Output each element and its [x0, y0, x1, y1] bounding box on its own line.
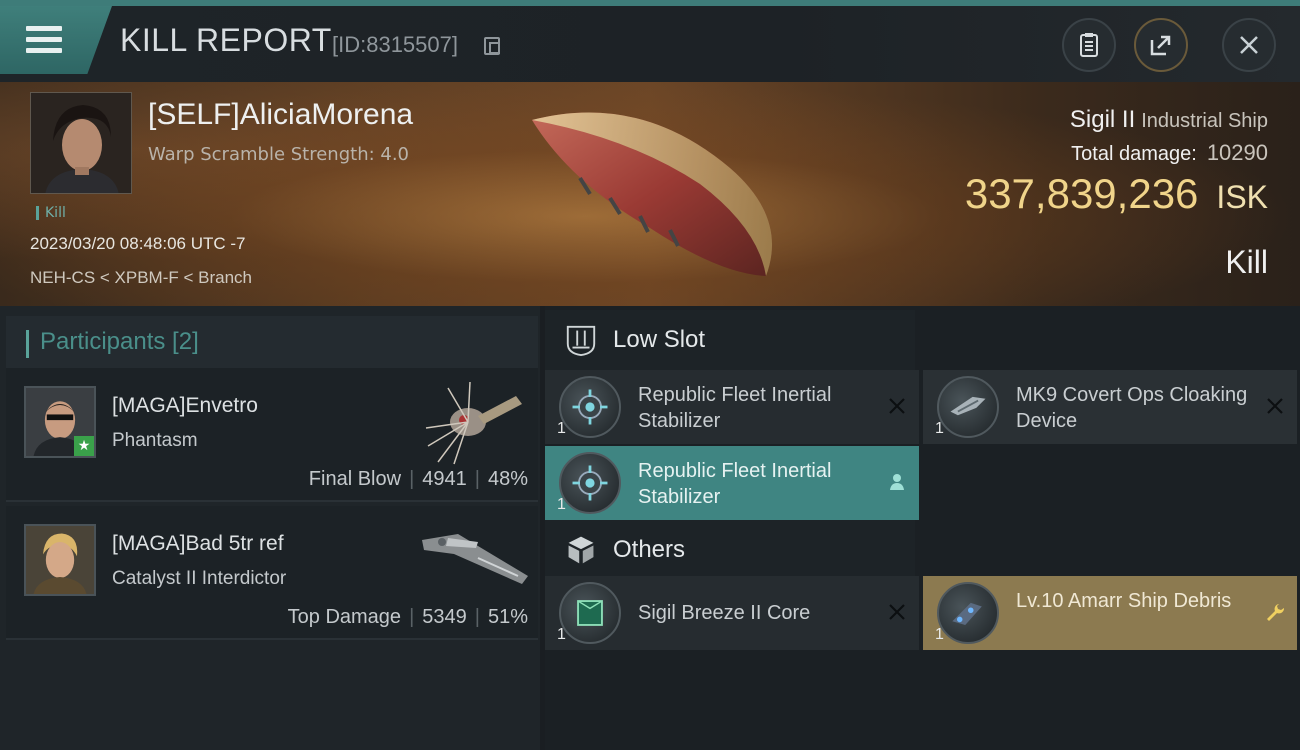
item-name: Republic Fleet Inertial Stabilizer — [638, 384, 832, 432]
avatar[interactable]: ★ — [24, 386, 96, 458]
participants-header[interactable]: Participants [2] — [6, 316, 538, 372]
avatar[interactable] — [24, 524, 96, 596]
star-icon: ★ — [74, 436, 94, 456]
participant-ship: Phantasm — [112, 430, 198, 451]
total-damage: Total damage: 10290 — [1071, 140, 1268, 166]
low-slot-icon — [561, 320, 601, 360]
close-icon — [1240, 36, 1258, 54]
ship-debris-icon — [937, 582, 999, 644]
participant-damage: 5349 — [422, 606, 467, 628]
warp-scramble-strength: Warp Scramble Strength: 4.0 — [148, 144, 410, 165]
share-button[interactable] — [1134, 18, 1188, 72]
close-button[interactable] — [1222, 18, 1276, 72]
participants-title: Participants [2] — [40, 328, 199, 355]
ship-name[interactable]: Sigil II — [1070, 106, 1135, 133]
others-label: Others — [613, 536, 686, 563]
victim-ship: Sigil II Industrial Ship — [1070, 106, 1268, 134]
participant-damage: 4941 — [422, 468, 467, 490]
participant-role: Top Damage — [287, 606, 402, 628]
low-slot-label: Low Slot — [613, 326, 706, 353]
report-id: [ID:8315507] — [332, 32, 458, 57]
copy-icon[interactable] — [484, 37, 500, 55]
pilot-avatar-image — [31, 93, 131, 193]
participant-ship-image — [422, 534, 528, 584]
participant-row[interactable]: [MAGA]Bad 5tr ref Catalyst II Interdicto… — [6, 506, 538, 640]
hamburger-icon — [26, 26, 62, 54]
item-name: MK9 Covert Ops Cloaking Device — [1016, 384, 1248, 432]
isk-value: 337,839,236 ISK — [965, 170, 1268, 218]
participant-stats: Top Damage | 5349 | 51% — [288, 606, 528, 629]
item-quantity: 1 — [557, 420, 566, 437]
participant-name[interactable]: [MAGA]Envetro — [112, 394, 258, 418]
participant-role: Final Blow — [308, 468, 402, 490]
items-panel: Low Slot 1 Republic Fleet Inertial Stabi… — [545, 306, 1300, 750]
item-slot[interactable]: 1 Republic Fleet Inertial Stabilizer — [545, 446, 919, 520]
item-slot[interactable]: 1 Republic Fleet Inertial Stabilizer — [545, 370, 919, 444]
destroyed-icon — [889, 398, 905, 414]
box-icon — [561, 530, 601, 570]
share-icon — [1150, 35, 1171, 56]
victim-pilot-name[interactable]: [SELF]AliciaMorena — [148, 98, 413, 132]
victim-banner: [SELF]AliciaMorena Warp Scramble Strengt… — [0, 82, 1300, 306]
kill-location: NEH-CS < XPBM-F < Branch — [30, 268, 253, 287]
item-quantity: 1 — [935, 626, 944, 643]
kill-tag: Kill — [36, 206, 66, 220]
item-quantity: 1 — [557, 496, 566, 513]
participant-stats: Final Blow | 4941 | 48% — [309, 468, 528, 491]
total-damage-label: Total damage: — [1071, 143, 1197, 165]
item-slot[interactable]: 1 Lv.10 Amarr Ship Debris — [923, 576, 1297, 650]
isk-amount: 337,839,236 — [964, 170, 1199, 217]
item-slot[interactable]: 1 Sigil Breeze II Core — [545, 576, 919, 650]
ship-class: Industrial Ship — [1141, 110, 1268, 132]
participant-percent: 51% — [487, 606, 528, 628]
low-slot-section-header: Low Slot — [545, 310, 915, 370]
kill-datetime: 2023/03/20 08:48:06 UTC -7 — [30, 234, 246, 253]
participant-ship: Catalyst II Interdictor — [112, 568, 287, 589]
destroyed-icon — [1267, 398, 1283, 414]
participant-percent: 48% — [487, 468, 528, 490]
separator: | — [474, 606, 480, 628]
item-name: Lv.10 Amarr Ship Debris — [1016, 590, 1232, 612]
participant-name[interactable]: [MAGA]Bad 5tr ref — [112, 532, 284, 556]
victim-portrait[interactable] — [30, 92, 132, 194]
total-damage-value: 10290 — [1206, 140, 1268, 165]
item-name: Sigil Breeze II Core — [638, 602, 811, 624]
item-name: Republic Fleet Inertial Stabilizer — [638, 460, 832, 508]
separator: | — [409, 468, 415, 490]
ship-core-icon — [559, 582, 621, 644]
result-label: Kill — [1225, 244, 1268, 280]
person-icon — [890, 474, 904, 490]
participants-panel: Participants [2] ★ [MAGA]Envetro Phantas… — [0, 306, 540, 750]
header-bar: KILL REPORT [ID:8315507] — [0, 6, 1300, 82]
clipboard-icon — [1080, 33, 1098, 57]
item-slot[interactable]: 1 MK9 Covert Ops Cloaking Device — [923, 370, 1297, 444]
destroyed-icon — [889, 604, 905, 620]
participant-avatar-image — [26, 526, 94, 594]
inertial-stabilizer-icon — [559, 376, 621, 438]
others-section-header: Others — [545, 520, 915, 580]
separator: | — [409, 606, 415, 628]
item-quantity: 1 — [935, 420, 944, 437]
wrench-icon — [1267, 604, 1285, 621]
item-quantity: 1 — [557, 626, 566, 643]
victim-ship-image — [532, 112, 773, 276]
inertial-stabilizer-icon — [559, 452, 621, 514]
participants-header-bar — [26, 330, 29, 358]
participant-ship-image — [425, 381, 522, 465]
cloaking-device-icon — [937, 376, 999, 438]
participant-row[interactable]: ★ [MAGA]Envetro Phantasm Final Blow | 4941… — [6, 368, 538, 502]
page-title: KILL REPORT — [120, 22, 332, 58]
clipboard-button[interactable] — [1062, 18, 1116, 72]
menu-button[interactable] — [0, 6, 112, 74]
isk-unit: ISK — [1216, 179, 1268, 215]
separator: | — [474, 468, 480, 490]
